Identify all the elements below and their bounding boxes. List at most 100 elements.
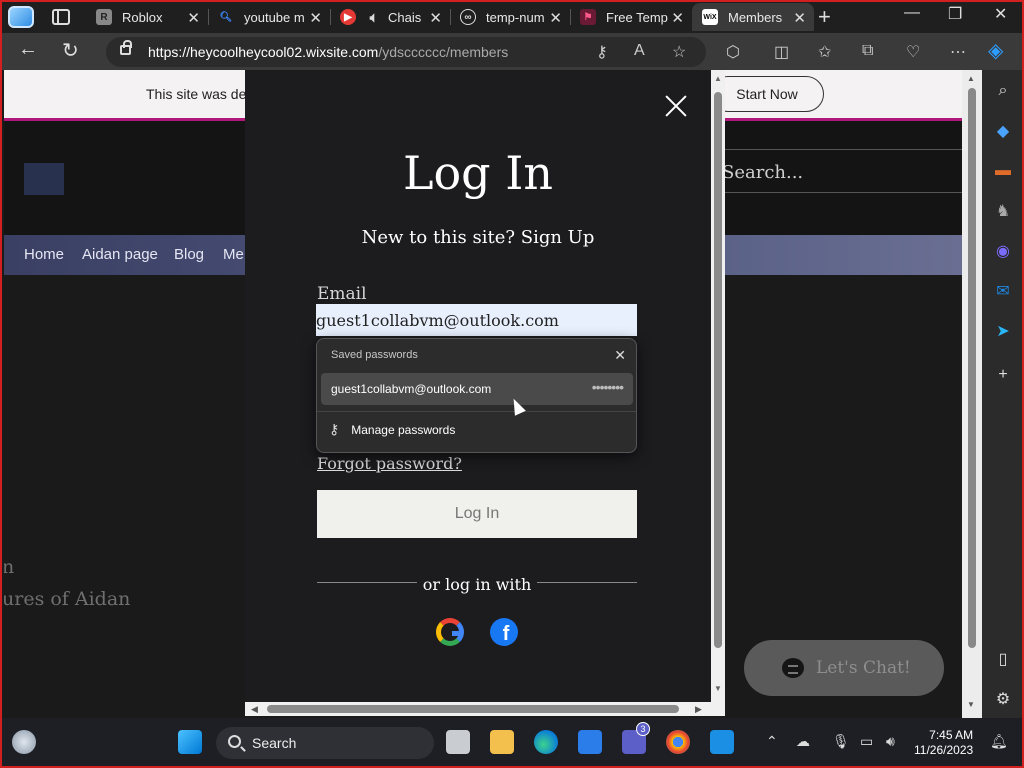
teams-icon[interactable]: 3 (622, 722, 650, 754)
new-tab-button[interactable]: + (818, 4, 831, 30)
menu-members[interactable]: Me (223, 246, 244, 263)
edge-browser-icon[interactable] (534, 730, 558, 754)
search-icon[interactable]: ⌕ (992, 80, 1014, 102)
notifications-icon[interactable]: 🔔︎ (990, 733, 1008, 750)
chrome-icon[interactable] (666, 730, 690, 754)
favorite-star-icon[interactable]: ☆ (672, 42, 686, 62)
onedrive-icon[interactable]: ☁ (796, 733, 810, 750)
microphone-icon[interactable]: 🎙︎ (832, 733, 850, 750)
link-favicon-icon: ∞ (460, 9, 476, 25)
saved-passwords-popup: Saved passwords ✕ guest1collabvm@outlook… (316, 338, 637, 453)
tab-temp-num[interactable]: ∞ temp-num ✕ (450, 3, 570, 31)
speaker-icon[interactable]: 🔈︎ (366, 9, 382, 25)
telegram-icon[interactable]: ➤ (992, 320, 1014, 342)
restore-button[interactable]: ❐ (948, 4, 962, 24)
split-screen-icon[interactable]: ◫ (774, 42, 789, 62)
chat-button[interactable]: Let's Chat! (744, 640, 944, 696)
site-search[interactable]: Search... (720, 149, 966, 193)
login-title: Log In (402, 146, 554, 200)
copilot-icon[interactable]: ◈ (988, 38, 1003, 63)
search-favicon-icon: 🔍︎ (219, 11, 233, 23)
url-path: /ydscccccc/members (378, 44, 509, 60)
close-window-button[interactable]: ✕ (994, 4, 1007, 24)
tab-chais[interactable]: ▶ 🔈︎ Chais ✕ (330, 3, 450, 31)
youtube-music-favicon-icon: ▶ (340, 9, 356, 25)
minimize-button[interactable]: — (904, 4, 920, 22)
back-button[interactable]: ← (18, 38, 38, 61)
chevron-up-icon[interactable]: ⌃ (766, 733, 778, 750)
store-icon[interactable] (578, 730, 602, 754)
page-scrollbar[interactable]: ▲ ▼ (962, 70, 982, 718)
read-aloud-icon[interactable]: A (634, 42, 645, 60)
email-label: Email (317, 284, 367, 304)
template-favicon-icon: ⚑ (580, 9, 596, 25)
key-icon: ⚷ (329, 421, 340, 437)
bg-text-1: n (4, 556, 15, 578)
site-logo[interactable] (24, 163, 64, 195)
outlook-icon[interactable]: ✉ (992, 280, 1014, 302)
signup-link[interactable]: New to this site? Sign Up (245, 227, 711, 248)
close-tab-icon[interactable]: ✕ (429, 9, 442, 27)
tools-icon[interactable]: ▬ (992, 160, 1014, 182)
address-bar[interactable]: https://heycoolheycool02.wixsite.com/yds… (106, 37, 706, 67)
modal-horizontal-scrollbar[interactable]: ◀ ▶ (245, 702, 725, 716)
shopping-tag-icon[interactable]: ◆ (992, 120, 1014, 142)
tab-members[interactable]: WiX Members ✕ (692, 3, 814, 31)
chat-icon (782, 658, 804, 678)
menu-aidan-page[interactable]: Aidan page (82, 246, 158, 263)
more-menu-icon[interactable]: ⋯ (950, 42, 966, 62)
close-tab-icon[interactable]: ✕ (793, 9, 806, 27)
close-icon[interactable]: ✕ (614, 347, 626, 364)
google-login-icon[interactable] (436, 618, 464, 646)
start-windows-icon[interactable] (178, 730, 202, 754)
login-button[interactable]: Log In (317, 490, 637, 538)
volume-icon[interactable]: 🔊︎ (886, 733, 895, 750)
saved-password-item[interactable]: guest1collabvm@outlook.com •••••••• (321, 373, 633, 405)
tab-roblox[interactable]: R Roblox ✕ (86, 3, 208, 31)
key-icon[interactable]: ⚷ (596, 42, 608, 62)
performance-icon[interactable]: ♡ (906, 42, 920, 62)
tab-free-temp[interactable]: ⚑ Free Temp ✕ (570, 3, 692, 31)
wix-favicon-icon: WiX (702, 9, 718, 25)
forgot-password-link[interactable]: Forgot password? (317, 454, 462, 473)
url-host: https://heycoolheycool02.wixsite.com (148, 44, 379, 60)
modal-scrollbar[interactable]: ▲ ▼ (711, 70, 725, 702)
close-tab-icon[interactable]: ✕ (309, 9, 322, 27)
bg-text-2: ures of Aidan (4, 588, 131, 610)
teams-badge: 3 (636, 722, 650, 736)
add-app-icon[interactable]: + (992, 364, 1014, 386)
close-tab-icon[interactable]: ✕ (549, 9, 562, 27)
lock-icon (120, 40, 132, 55)
edge-sidebar: ⌕ ◆ ▬ ♞ ◉ ✉ ➤ + ▯ ⚙ (982, 70, 1024, 718)
games-icon[interactable]: ♞ (992, 200, 1014, 222)
menu-home[interactable]: Home (24, 246, 64, 263)
close-tab-icon[interactable]: ✕ (671, 9, 684, 27)
search-icon (228, 735, 241, 748)
file-explorer-icon[interactable] (490, 730, 514, 754)
display-icon[interactable]: ▭ (860, 733, 873, 750)
refresh-button[interactable]: ↻ (62, 38, 79, 63)
menu-blog[interactable]: Blog (174, 246, 204, 263)
taskbar-clock[interactable]: 7:45 AM 11/26/2023 (914, 728, 973, 758)
profile-icon[interactable] (8, 5, 34, 28)
facebook-login-icon[interactable]: f (490, 618, 518, 646)
taskbar-search[interactable]: Search (216, 727, 434, 759)
collections-icon[interactable]: ⧉ (862, 42, 873, 60)
copilot-app-icon[interactable]: ◉ (992, 240, 1014, 262)
email-field[interactable] (316, 304, 637, 336)
manage-passwords-button[interactable]: ⚷ Manage passwords (329, 421, 455, 438)
weather-icon[interactable] (12, 730, 36, 754)
settings-gear-icon[interactable]: ⚙ (992, 688, 1014, 710)
start-now-button[interactable]: Start Now (710, 76, 824, 112)
favorites-icon[interactable]: ✩ (818, 42, 831, 62)
close-tab-icon[interactable]: ✕ (187, 9, 200, 27)
extensions-icon[interactable]: ⬡ (726, 42, 740, 62)
close-icon[interactable] (664, 94, 688, 118)
task-view-icon[interactable] (446, 730, 470, 754)
sidebar-toggle-icon[interactable]: ▯ (992, 648, 1014, 670)
tab-youtube[interactable]: 🔍︎ youtube m ✕ (208, 3, 330, 31)
mail-icon[interactable] (710, 730, 734, 754)
or-login-with-label: or log in with (422, 575, 532, 594)
workspaces-icon[interactable] (52, 8, 70, 25)
roblox-favicon-icon: R (96, 9, 112, 25)
